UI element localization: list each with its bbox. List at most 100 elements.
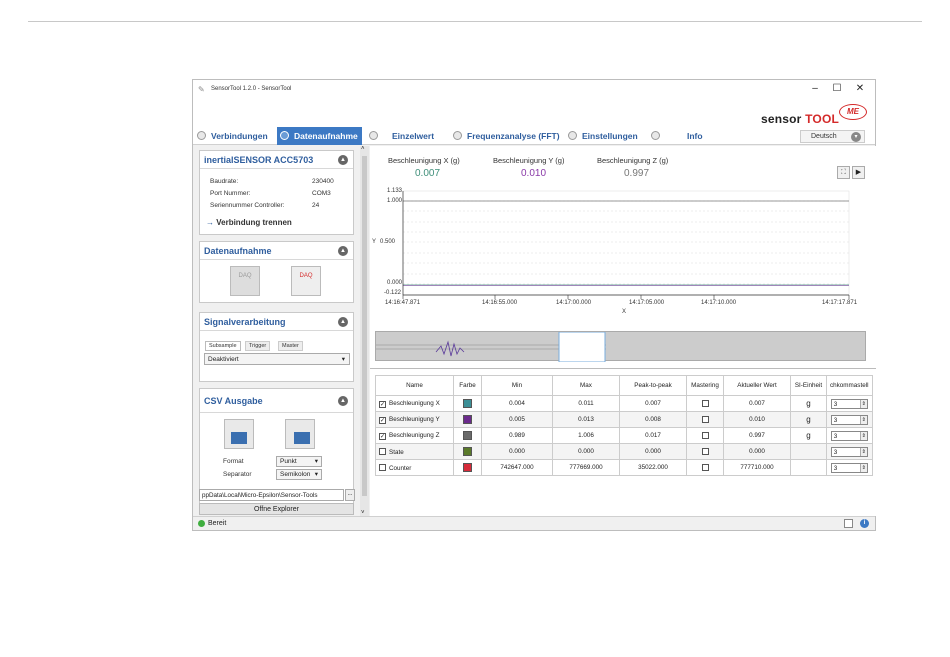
collapse-icon[interactable]: ▲ [338,317,348,327]
mastering-checkbox[interactable] [701,463,709,471]
overview-window [558,331,606,363]
x-tick-2: 14:17:00.000 [556,300,592,306]
mastering-cell[interactable] [686,443,724,460]
decimals-stepper[interactable]: 3 ⇕ [830,398,868,409]
decimals-stepper[interactable]: 3 ⇕ [830,430,868,441]
channel-checkbox[interactable] [379,463,386,471]
language-select[interactable]: Deutsch ▾ [800,130,865,143]
format-select[interactable]: Punkt ▾ [276,456,322,467]
color-cell[interactable] [453,395,482,412]
stepper-arrows-icon[interactable]: ⇕ [859,447,867,456]
decimals-stepper[interactable]: 3 ⇕ [830,446,868,457]
decimals-stepper[interactable]: 3 ⇕ [830,414,868,425]
browse-button[interactable]: ... [345,489,355,501]
scrollbar-thumb[interactable] [362,156,367,496]
color-cell[interactable] [453,459,482,476]
acquisition-card: Datenaufnahme ▲ DAQ DAQ [199,241,354,303]
device-card: inertialSENSOR ACC5703 ▲ Baudrate: 23040… [199,150,354,235]
channel-name-cell[interactable]: Counter [375,459,454,476]
color-cell[interactable] [453,443,482,460]
decimals-cell[interactable]: 3 ⇕ [826,427,873,444]
channel-name-cell[interactable]: ✓ Beschleunigung Y [375,411,454,428]
color-swatch[interactable] [463,415,472,424]
table-row[interactable]: ✓ Beschleunigung Z 0.989 1.006 0.017 0.997 g 3 ⇕ [375,427,873,444]
stepper-arrows-icon[interactable]: ⇕ [859,415,867,424]
play-icon[interactable]: ▶ [852,166,865,179]
signal-plot[interactable]: 1.133 1.000 Y 0.500 0.000 -0.122 14:16:4… [370,186,876,326]
mastering-checkbox[interactable] [701,415,709,423]
channel-name-cell[interactable]: ✓ Beschleunigung Z [375,427,454,444]
stepper-arrows-icon[interactable]: ⇕ [859,431,867,440]
color-swatch[interactable] [463,399,472,408]
color-swatch[interactable] [463,447,472,456]
left-scrollbar[interactable]: ˄ ˅ [360,146,369,516]
tab-verbindungen[interactable]: Verbindungen [197,127,268,145]
tab-master[interactable]: Master [278,341,303,351]
table-row[interactable]: ✓ Beschleunigung X 0.004 0.011 0.007 0.007 g 3 ⇕ [375,395,873,412]
tab-fft[interactable]: Frequenzanalyse (FFT) [453,127,560,145]
min-cell: 0.004 [481,395,553,412]
tab-einzelwert[interactable]: Einzelwert [369,127,434,145]
mastering-checkbox[interactable] [701,447,709,455]
collapse-icon[interactable]: ▲ [338,246,348,256]
col-current: Aktueller Wert [723,375,791,396]
tab-einstellungen[interactable]: Einstellungen [568,127,638,145]
fullscreen-icon[interactable]: ⛶ [837,166,850,179]
minimize-button[interactable]: – [805,83,825,94]
title-bar: ✎ SensorTool 1.2.0 - SensorTool – ☐ ✕ [193,80,875,100]
overview-strip[interactable] [375,331,866,363]
maximize-button[interactable]: ☐ [827,83,847,94]
decimals-stepper[interactable]: 3 ⇕ [830,462,868,473]
close-button[interactable]: ✕ [850,83,870,94]
collapse-icon[interactable]: ▲ [338,155,348,165]
mastering-checkbox[interactable] [701,399,709,407]
open-explorer-button[interactable]: Offne Explorer [199,503,354,515]
mastering-cell[interactable] [686,459,724,476]
decimals-cell[interactable]: 3 ⇕ [826,395,873,412]
color-swatch[interactable] [463,431,472,440]
channel-checkbox[interactable]: ✓ [379,432,386,440]
mastering-cell[interactable] [686,427,724,444]
channel-name-cell[interactable]: State [375,443,454,460]
splitter[interactable] [370,368,876,369]
mastering-cell[interactable] [686,411,724,428]
color-cell[interactable] [453,427,482,444]
scroll-up-icon[interactable]: ˄ [361,146,365,152]
color-swatch[interactable] [463,463,472,472]
channel-checkbox[interactable] [379,447,386,455]
daq-stop-button[interactable]: DAQ [291,266,321,296]
disconnect-link[interactable]: → Verbindung trennen [206,218,292,227]
csv-export-button[interactable] [224,419,254,449]
stepper-arrows-icon[interactable]: ⇕ [859,463,867,472]
channel-name: Beschleunigung Y [389,415,440,423]
tab-trigger[interactable]: Trigger [245,341,271,351]
separator-select[interactable]: Semikolon ▾ [276,469,322,480]
mastering-cell[interactable] [686,395,724,412]
log-icon[interactable] [844,519,853,528]
info-icon[interactable]: i [860,519,869,528]
micro-epsilon-logo: ME [839,104,867,120]
channel-checkbox[interactable]: ✓ [379,400,386,408]
channel-checkbox[interactable]: ✓ [379,416,386,424]
tab-info[interactable]: Info [651,127,703,145]
tab-datenaufnahme[interactable]: Datenaufnahme [277,127,362,145]
decimals-cell[interactable]: 3 ⇕ [826,411,873,428]
stepper-arrows-icon[interactable]: ⇕ [859,399,867,408]
decimals-cell[interactable]: 3 ⇕ [826,443,873,460]
table-row[interactable]: Counter 742647.000 777669.000 35022.000 7777… [375,459,873,476]
subsample-select[interactable]: Deaktiviert ▾ [204,353,350,365]
reading-x-label: Beschleunigung X (g) [388,156,460,165]
channel-name: Beschleunigung Z [389,431,440,439]
table-row[interactable]: ✓ Beschleunigung Y 0.005 0.013 0.008 0.010 g 3 ⇕ [375,411,873,428]
color-cell[interactable] [453,411,482,428]
channel-name-cell[interactable]: ✓ Beschleunigung X [375,395,454,412]
tab-subsample[interactable]: Subsample [205,341,241,351]
mastering-checkbox[interactable] [701,431,709,439]
csv-path-input[interactable]: ppData\Local\Micro-Epsilon\Sensor-Tools [199,489,344,501]
csv-export-chart-button[interactable] [285,419,315,449]
decimals-cell[interactable]: 3 ⇕ [826,459,873,476]
daq-start-button[interactable]: DAQ [230,266,260,296]
table-row[interactable]: State 0.000 0.000 0.000 0.000 3 ⇕ [375,443,873,460]
collapse-icon[interactable]: ▲ [338,396,348,406]
reading-y-value: 0.010 [521,168,547,179]
